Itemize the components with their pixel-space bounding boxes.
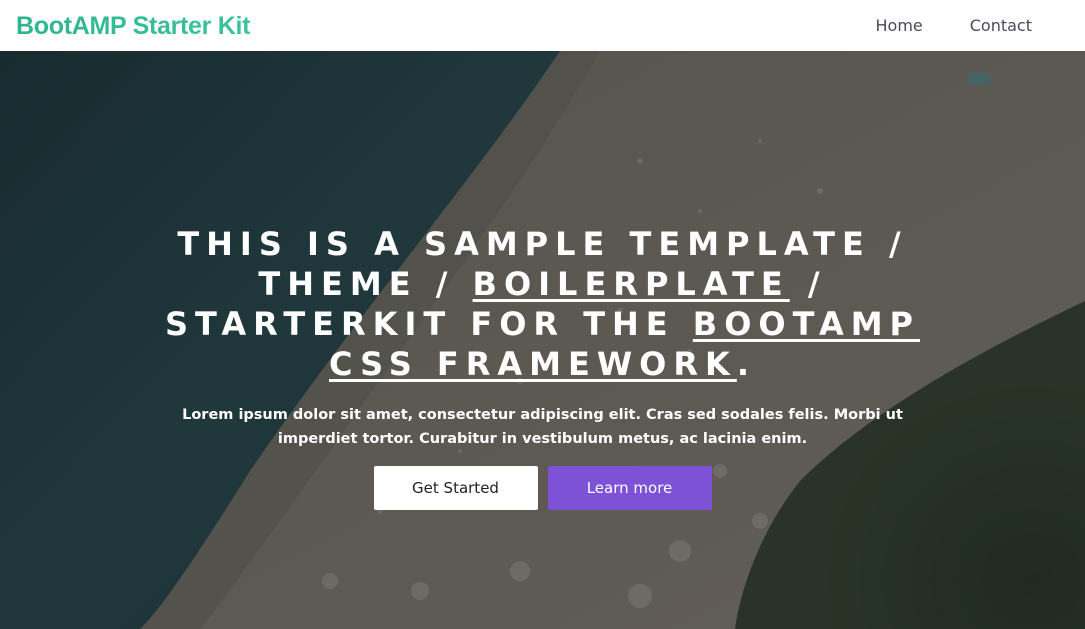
navbar: BootAMP Starter Kit Home Contact (0, 0, 1085, 51)
nav-links: Home Contact (829, 16, 1033, 35)
hero-subtitle: Lorem ipsum dolor sit amet, consectetur … (182, 407, 903, 447)
hero-section: This is a sample template / theme / boil… (0, 51, 1085, 629)
nav-link-home[interactable]: Home (876, 16, 923, 35)
learn-more-button[interactable]: Learn more (547, 466, 712, 510)
nav-link-contact[interactable]: Contact (970, 16, 1032, 35)
boilerplate-link[interactable]: boilerplate (473, 265, 790, 303)
get-started-button[interactable]: Get Started (373, 466, 538, 510)
brand-logo[interactable]: BootAMP Starter Kit (16, 12, 250, 41)
hero-title: This is a sample template / theme / boil… (133, 224, 953, 384)
hero-title-text-3: . (736, 345, 756, 383)
hero-buttons: Get Started Learn more (0, 466, 1085, 510)
hero-content: This is a sample template / theme / boil… (0, 224, 1085, 510)
